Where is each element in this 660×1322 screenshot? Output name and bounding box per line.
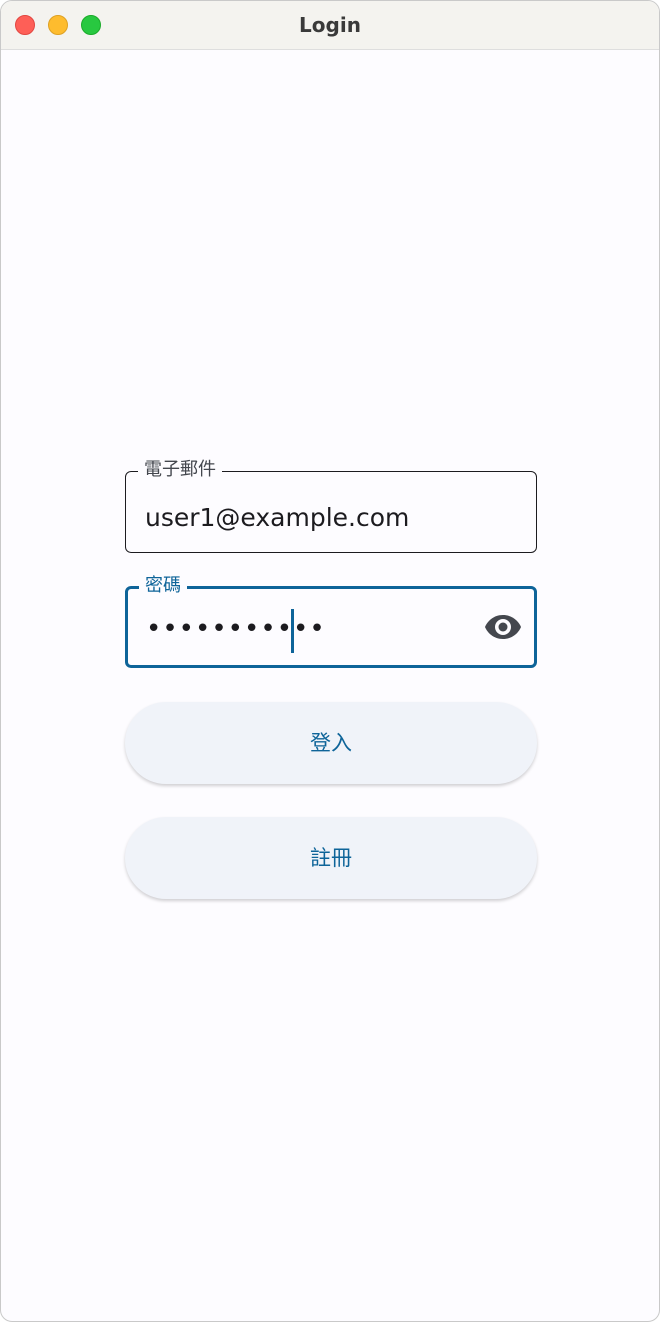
password-label: 密碼 <box>139 574 187 598</box>
app-window: Login 電子郵件 user1@example.com 密碼 ••••••••… <box>0 0 660 1322</box>
password-value[interactable]: ••••••••••• <box>146 613 326 645</box>
window-title: Login <box>299 13 361 37</box>
password-field[interactable]: 密碼 ••••••••••• <box>125 574 537 668</box>
text-caret <box>291 609 294 653</box>
email-field[interactable]: 電子郵件 user1@example.com <box>125 458 537 553</box>
register-button[interactable]: 註冊 <box>125 817 537 899</box>
login-button[interactable]: 登入 <box>125 702 537 784</box>
title-bar: Login <box>1 1 659 50</box>
email-value[interactable]: user1@example.com <box>145 502 409 534</box>
eye-icon[interactable] <box>484 613 522 641</box>
email-label: 電子郵件 <box>138 458 222 482</box>
